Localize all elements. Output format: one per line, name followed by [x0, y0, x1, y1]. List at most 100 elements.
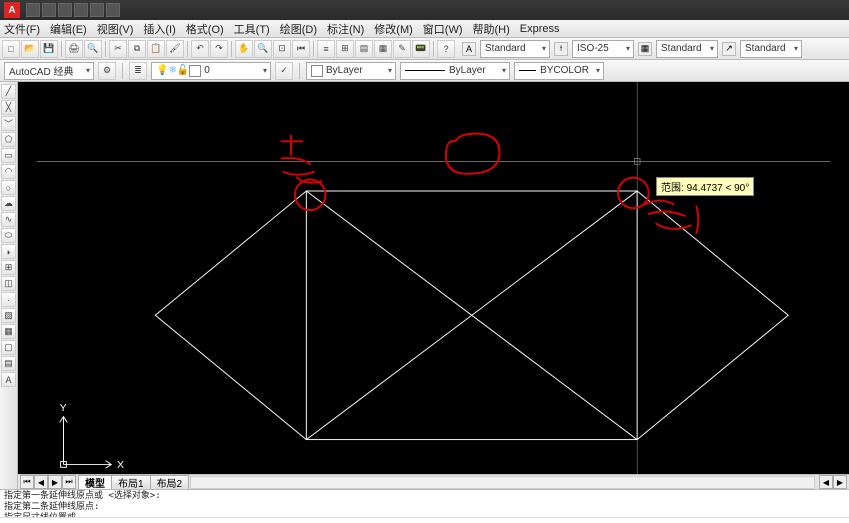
region-tool[interactable]: ▢ [1, 340, 16, 355]
layer-manager-button[interactable]: ≣ [129, 62, 147, 80]
dimstyle-icon[interactable]: ⟊ [554, 42, 568, 56]
print-button[interactable]: 🖨 [65, 40, 83, 58]
copy-button[interactable]: ⧉ [128, 40, 146, 58]
xline-tool[interactable]: ╳ [1, 100, 16, 115]
block-tool[interactable]: ◫ [1, 276, 16, 291]
textstyle-icon[interactable]: A [462, 42, 476, 56]
paste-button[interactable]: 📋 [147, 40, 165, 58]
pline-tool[interactable]: ﹀ [1, 116, 16, 131]
tab-first-icon[interactable]: ⏮ [20, 475, 34, 489]
new-button[interactable]: □ [2, 40, 20, 58]
spline-tool[interactable]: ∿ [1, 212, 16, 227]
toolpalette-button[interactable]: ▤ [355, 40, 373, 58]
properties-button[interactable]: ≡ [317, 40, 335, 58]
redo-button[interactable]: ↷ [210, 40, 228, 58]
hscroll-left-icon[interactable]: ◀ [819, 475, 833, 489]
revcloud-tool[interactable]: ☁ [1, 196, 16, 211]
zoom-previous-button[interactable]: ⏮ [292, 40, 310, 58]
drawing-canvas[interactable]: X Y 范围: 94.4737 < 90° [18, 82, 849, 474]
designcenter-button[interactable]: ⊞ [336, 40, 354, 58]
rectangle-tool[interactable]: ▭ [1, 148, 16, 163]
zoom-realtime-button[interactable]: 🔍 [254, 40, 272, 58]
menu-modify[interactable]: 修改(M) [374, 21, 413, 37]
color-combo[interactable]: ByLayer [306, 62, 396, 80]
menubar: 文件(F) 编辑(E) 视图(V) 插入(I) 格式(O) 工具(T) 绘图(D… [0, 20, 849, 38]
gradient-tool[interactable]: ▦ [1, 324, 16, 339]
arc-tool[interactable]: ◠ [1, 164, 16, 179]
calc-button[interactable]: 📟 [412, 40, 430, 58]
help-button[interactable]: ? [437, 40, 455, 58]
tab-layout1[interactable]: 布局1 [111, 475, 151, 489]
lineweight-label: BYCOLOR [540, 65, 589, 76]
qat-redo-icon[interactable] [90, 3, 104, 17]
preview-button[interactable]: 🔍 [84, 40, 102, 58]
menu-draw[interactable]: 绘图(D) [280, 21, 317, 37]
tab-prev-icon[interactable]: ◀ [34, 475, 48, 489]
qat-undo-icon[interactable] [74, 3, 88, 17]
circle-tool[interactable]: ○ [1, 180, 16, 195]
matchprop-button[interactable]: 🖌 [166, 40, 184, 58]
linetype-combo[interactable]: ByLayer [400, 62, 510, 80]
table-tool[interactable]: ▤ [1, 356, 16, 371]
menu-window[interactable]: 窗口(W) [423, 21, 463, 37]
tab-next-icon[interactable]: ▶ [48, 475, 62, 489]
menu-insert[interactable]: 插入(I) [143, 21, 175, 37]
menu-format[interactable]: 格式(O) [186, 21, 224, 37]
dynamic-input-tooltip: 范围: 94.4737 < 90° [656, 177, 754, 196]
menu-help[interactable]: 帮助(H) [473, 21, 510, 37]
menu-tools[interactable]: 工具(T) [234, 21, 270, 37]
qat-more-icon[interactable] [106, 3, 120, 17]
mtext-tool[interactable]: A [1, 372, 16, 387]
mleaderstyle-combo[interactable]: Standard [740, 40, 802, 58]
qat-open-icon[interactable] [42, 3, 56, 17]
open-button[interactable]: 📂 [21, 40, 39, 58]
mleaderstyle-icon[interactable]: ↗ [722, 42, 736, 56]
app-logo[interactable]: A [4, 2, 20, 18]
tab-nav: ⏮ ◀ ▶ ⏭ [20, 475, 76, 489]
cut-button[interactable]: ✂ [109, 40, 127, 58]
zoom-window-button[interactable]: ⊡ [273, 40, 291, 58]
workspace-combo[interactable]: AutoCAD 经典 [4, 62, 94, 80]
sheetset-button[interactable]: ▦ [374, 40, 392, 58]
hscroll-right-icon[interactable]: ▶ [833, 475, 847, 489]
cmd-line-2: 指定第二条延伸线原点: [4, 502, 845, 513]
separator [122, 63, 123, 79]
layer-states-button[interactable]: ✓ [275, 62, 293, 80]
menu-express[interactable]: Express [520, 23, 560, 35]
qat-new-icon[interactable] [26, 3, 40, 17]
qat-save-icon[interactable] [58, 3, 72, 17]
tablestyle-combo[interactable]: Standard [656, 40, 718, 58]
tab-last-icon[interactable]: ⏭ [62, 475, 76, 489]
tablestyle-icon[interactable]: ▦ [638, 42, 652, 56]
menu-edit[interactable]: 编辑(E) [50, 21, 87, 37]
save-button[interactable]: 💾 [40, 40, 58, 58]
point-tool[interactable]: · [1, 292, 16, 307]
standard-toolbar: □ 📂 💾 🖨 🔍 ✂ ⧉ 📋 🖌 ↶ ↷ ✋ 🔍 ⊡ ⏮ ≡ ⊞ ▤ ▦ ✎ … [0, 38, 849, 60]
polygon-tool[interactable]: ⬠ [1, 132, 16, 147]
hscrollbar[interactable] [190, 476, 815, 489]
markup-button[interactable]: ✎ [393, 40, 411, 58]
layer-lock-icon: 🔓 [177, 65, 189, 76]
command-input[interactable] [0, 517, 849, 523]
ellipsearc-tool[interactable]: ◗ [1, 244, 16, 259]
menu-file[interactable]: 文件(F) [4, 21, 40, 37]
layer-combo[interactable]: 💡 ❄ 🔓 0 [151, 62, 271, 80]
workspace-settings-icon[interactable]: ⚙ [98, 62, 116, 80]
ellipse-tool[interactable]: ⬭ [1, 228, 16, 243]
pan-button[interactable]: ✋ [235, 40, 253, 58]
command-history[interactable]: 指定第一条延伸线原点或 <选择对象>: 指定第二条延伸线原点: 指定尺寸线位置或 [0, 489, 849, 517]
menu-view[interactable]: 视图(V) [97, 21, 134, 37]
lineweight-combo[interactable]: BYCOLOR [514, 62, 604, 80]
tab-model[interactable]: 模型 [78, 475, 112, 489]
insert-tool[interactable]: ⊞ [1, 260, 16, 275]
quick-access-toolbar [26, 3, 120, 17]
tooltip-value: 94.4737 < 90° [687, 183, 750, 194]
menu-dimension[interactable]: 标注(N) [327, 21, 364, 37]
textstyle-combo[interactable]: Standard [480, 40, 550, 58]
dimstyle-combo[interactable]: ISO-25 [572, 40, 634, 58]
undo-button[interactable]: ↶ [191, 40, 209, 58]
separator [231, 41, 232, 57]
line-tool[interactable]: ╱ [1, 84, 16, 99]
hatch-tool[interactable]: ▨ [1, 308, 16, 323]
tab-layout2[interactable]: 布局2 [150, 475, 190, 489]
